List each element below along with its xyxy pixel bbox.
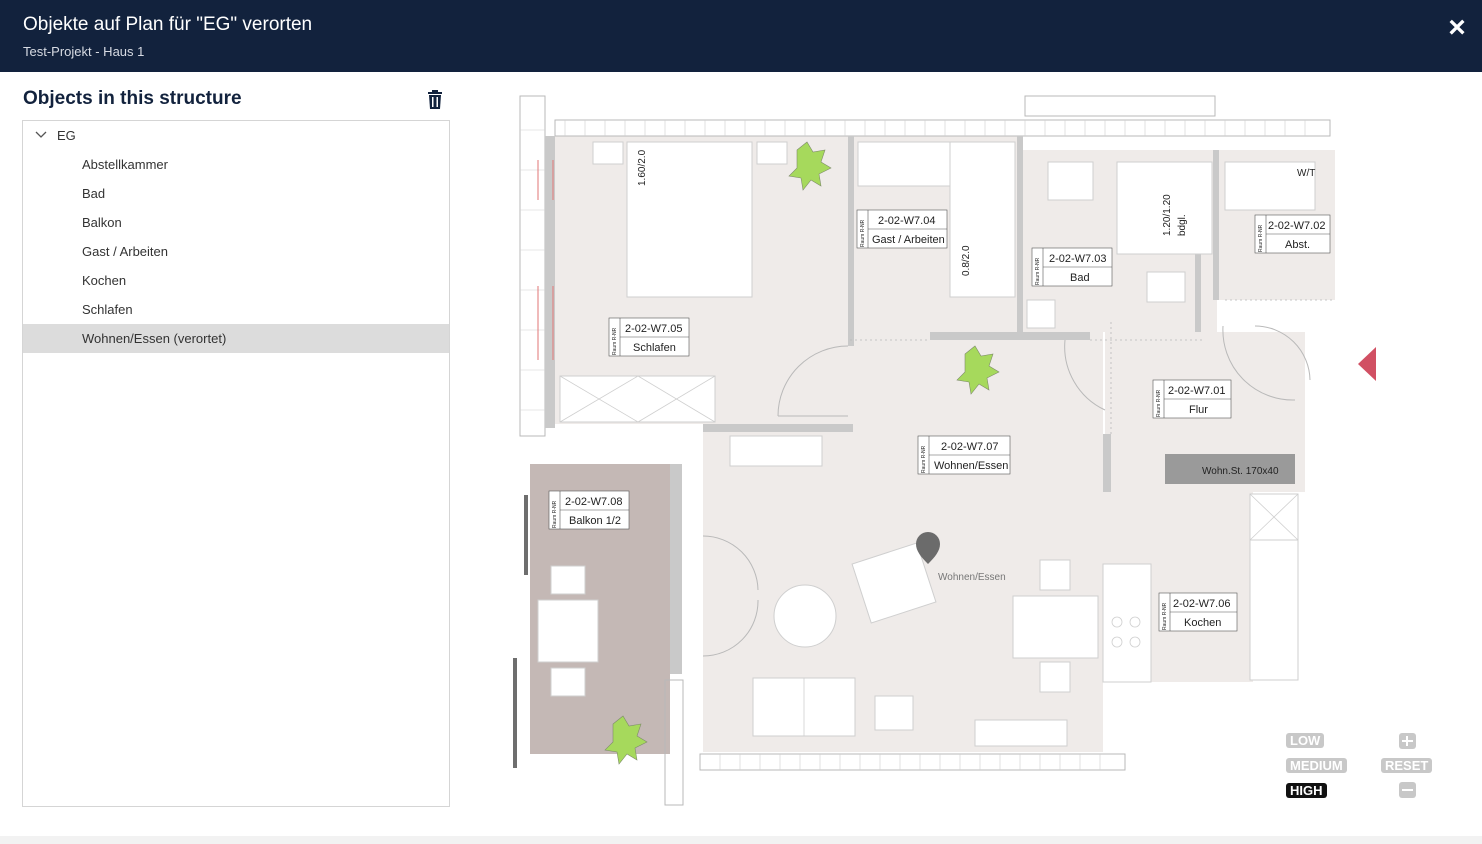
room-name: Abst. [1285,239,1310,251]
dialog-title: Objekte auf Plan für "EG" verorten [23,14,313,35]
room-stamp-kochen[interactable]: 2-02-W7.06 Kochen Raum R-NR [1158,592,1238,632]
room-tag: Raum R-NR [1035,257,1041,285]
room-stamp-abst[interactable]: 2-02-W7.02 Abst. Raum R-NR [1254,214,1331,254]
tree-node-label: EG [57,128,76,143]
plan-nav-arrow-icon[interactable] [1358,347,1376,381]
tree-node-eg[interactable]: EG [23,121,449,150]
tree-item-label: Gast / Arbeiten [82,244,168,259]
round-table [773,584,837,648]
room-name: Wohnen/Essen [934,460,1008,472]
shower-dimension-label: 1.20/1.20 [1162,194,1173,236]
room-tag: Raum R-NR [1258,224,1264,252]
dialog-header: Objekte auf Plan für "EG" verorten Test-… [0,0,1482,72]
tree-item-schlafen[interactable]: Schlafen [23,295,449,324]
room-stamp-gast-arbeiten[interactable]: 2-02-W7.04 Gast / Arbeiten Raum R-NR [856,209,948,249]
tree-item-wohnen-essen[interactable]: Wohnen/Essen (verortet) [23,324,449,353]
room-name: Balkon 1/2 [569,515,621,527]
balcony-table [537,599,599,663]
tree-item-gast-arbeiten[interactable]: Gast / Arbeiten [23,237,449,266]
tree-item-balkon[interactable]: Balkon [23,208,449,237]
zoom-low-button[interactable]: LOW [1286,733,1325,748]
facade-left [519,95,546,437]
zoom-in-icon[interactable] [1399,733,1416,749]
structure-tree: EG Abstellkammer Bad Balkon Gast / Arbei… [22,120,450,807]
tree-item-kochen[interactable]: Kochen [23,266,449,295]
closet [559,375,716,423]
room-name: Kochen [1184,617,1221,629]
background-strip [0,836,1482,844]
kitchen-counter [1102,563,1152,683]
wt-label: W/T [1297,168,1315,179]
tree-item-label: Wohnen/Essen (verortet) [82,331,227,346]
tree-item-label: Balkon [82,215,122,230]
room-stamp-wohnen-essen[interactable]: 2-02-W7.07 Wohnen/Essen Raum R-NR [917,435,1011,475]
tree-item-label: Kochen [82,273,127,288]
room-tag: Raum R-NR [921,445,927,473]
tree-item-label: Abstellkammer [82,157,168,172]
room-number: 2-02-W7.02 [1268,220,1325,232]
room-number: 2-02-W7.04 [878,215,935,227]
desk [857,141,951,187]
wohn-st-label: Wohn.St. 170x40 [1202,466,1279,477]
shower-note-label: bdgl. [1177,214,1188,236]
facade-top [554,119,1331,137]
floor-plan[interactable]: 1.60/2.0 0.8/2.0 1.20/1.20 bdgl. W/T Woh… [505,90,1375,810]
locate-objects-dialog: Objekte auf Plan für "EG" verorten Test-… [0,0,1482,844]
room-tag: Raum R-NR [552,500,558,528]
tree-item-abstellkammer[interactable]: Abstellkammer [23,150,449,179]
room-tag: Raum R-NR [612,327,618,355]
room-stamp-balkon[interactable]: 2-02-W7.08 Balkon 1/2 Raum R-NR [548,490,630,530]
room-number: 2-02-W7.03 [1049,253,1106,265]
facade-bottom [699,753,1126,771]
room-stamp-bad[interactable]: 2-02-W7.03 Bad Raum R-NR [1031,247,1113,287]
zoom-reset-button[interactable]: RESET [1381,758,1433,773]
tree-item-label: Schlafen [82,302,133,317]
zoom-out-icon[interactable] [1399,782,1416,798]
facade-top-right [1024,95,1216,117]
dining-table [1012,595,1099,659]
chevron-down-icon[interactable] [35,130,47,140]
room-tag: Raum R-NR [1156,389,1162,417]
tree-item-label: Bad [82,186,106,201]
room-tag: Raum R-NR [1162,602,1168,630]
panel-title: Objects in this structure [23,88,242,109]
room-number: 2-02-W7.07 [941,441,998,453]
marker-label: Wohnen/Essen [938,572,1006,583]
door-dimension-label: 0.8/2.0 [961,245,972,276]
close-icon[interactable]: × [1443,13,1471,43]
bed-dimension-label: 1.60/2.0 [637,149,648,186]
room-name: Gast / Arbeiten [872,234,945,246]
room-number: 2-02-W7.05 [625,323,682,335]
room-number: 2-02-W7.06 [1173,598,1230,610]
room-name: Bad [1070,272,1090,284]
room-tag: Raum R-NR [860,219,866,247]
wardrobe [949,141,1016,298]
tree-item-bad[interactable]: Bad [23,179,449,208]
trash-icon[interactable] [426,90,444,110]
zoom-medium-button[interactable]: MEDIUM [1286,758,1347,773]
room-number: 2-02-W7.08 [565,496,622,508]
room-name: Flur [1189,404,1208,416]
dialog-subtitle: Test-Projekt - Haus 1 [23,44,145,59]
room-name: Schlafen [633,342,676,354]
zoom-high-button[interactable]: HIGH [1286,783,1327,798]
room-stamp-schlafen[interactable]: 2-02-W7.05 Schlafen Raum R-NR [608,317,690,357]
room-stamp-flur[interactable]: 2-02-W7.01 Flur Raum R-NR [1152,379,1232,419]
room-number: 2-02-W7.01 [1168,385,1225,397]
